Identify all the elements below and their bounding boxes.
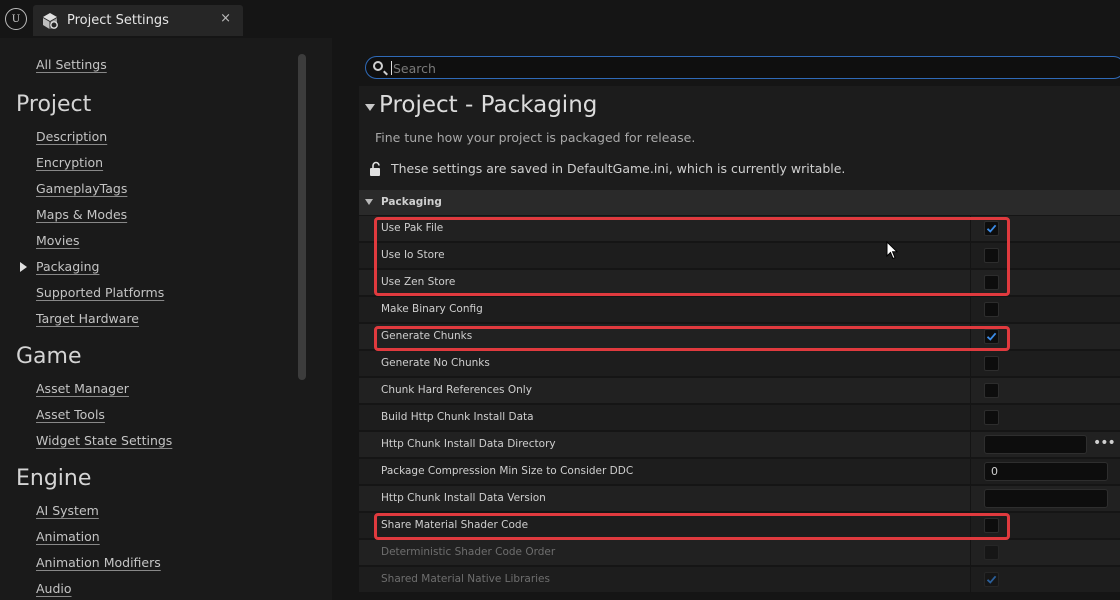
collapse-arrow-icon[interactable] (365, 104, 375, 111)
share-material-shader-code-checkbox[interactable] (984, 518, 999, 533)
property-row-share-material-shader-code: Share Material Shader Code (359, 513, 1120, 539)
checkmark-icon (986, 224, 997, 233)
selected-arrow-icon (20, 262, 27, 272)
browse-ellipsis-icon[interactable]: ••• (1093, 435, 1116, 451)
section-title-engine: Engine (16, 466, 92, 491)
property-label: Generate Chunks (381, 330, 473, 342)
property-row-http-chunk-install-data-directory: Http Chunk Install Data Directory ••• (359, 432, 1120, 458)
property-row-generate-no-chunks: Generate No Chunks (359, 351, 1120, 377)
property-row-http-chunk-install-data-version: Http Chunk Install Data Version (359, 486, 1120, 512)
deterministic-shader-code-order-checkbox (984, 545, 999, 560)
sidebar-item-maps-modes[interactable]: Maps & Modes (36, 207, 127, 222)
property-label: Deterministic Shader Code Order (381, 546, 556, 558)
property-label: Http Chunk Install Data Directory (381, 438, 556, 450)
search-input[interactable] (391, 58, 1115, 79)
generate-no-chunks-checkbox[interactable] (984, 356, 999, 371)
property-row-use-io-store: Use Io Store (359, 243, 1120, 269)
sidebar-item-audio[interactable]: Audio (36, 581, 72, 596)
all-settings-link[interactable]: All Settings (36, 57, 107, 72)
property-label: Build Http Chunk Install Data (381, 411, 534, 423)
property-label: Share Material Shader Code (381, 519, 529, 531)
property-row-chunk-hard-references-only: Chunk Hard References Only (359, 378, 1120, 404)
sidebar-item-description[interactable]: Description (36, 129, 107, 144)
make-binary-config-checkbox[interactable] (984, 302, 999, 317)
sidebar-item-animation-modifiers[interactable]: Animation Modifiers (36, 555, 161, 570)
sidebar-item-encryption[interactable]: Encryption (36, 155, 103, 170)
sidebar-item-movies[interactable]: Movies (36, 233, 80, 248)
property-label: Use Zen Store (381, 276, 456, 288)
property-label: Chunk Hard References Only (381, 384, 532, 396)
sidebar-item-packaging[interactable]: Packaging (36, 259, 99, 274)
search-icon (373, 61, 383, 71)
property-label: Http Chunk Install Data Version (381, 492, 546, 504)
title-bar: U Project Settings × (0, 0, 1120, 38)
section-title-project: Project (16, 92, 92, 117)
property-label: Use Io Store (381, 249, 445, 261)
use-zen-store-checkbox[interactable] (984, 275, 999, 290)
category-collapse-icon[interactable] (365, 199, 373, 205)
sidebar-item-ai-system[interactable]: AI System (36, 503, 99, 518)
build-http-chunk-install-data-checkbox[interactable] (984, 410, 999, 425)
property-row-package-compression-min-size: Package Compression Min Size to Consider… (359, 459, 1120, 485)
http-chunk-install-directory-field[interactable] (984, 435, 1087, 454)
property-row-shared-material-native-libraries: Shared Material Native Libraries (359, 567, 1120, 593)
sidebar-item-asset-manager[interactable]: Asset Manager (36, 381, 129, 396)
property-row-deterministic-shader-code-order: Deterministic Shader Code Order (359, 540, 1120, 566)
property-label: Make Binary Config (381, 303, 483, 315)
property-label: Generate No Chunks (381, 357, 490, 369)
tab-project-settings[interactable]: Project Settings × (33, 5, 243, 36)
property-label: Use Pak File (381, 222, 444, 234)
config-writable-note: These settings are saved in DefaultGame.… (391, 161, 846, 176)
mouse-cursor-icon (886, 241, 898, 260)
category-label: Packaging (381, 196, 442, 208)
close-icon[interactable]: × (220, 11, 231, 26)
chunk-hard-references-only-checkbox[interactable] (984, 383, 999, 398)
compression-min-size-field[interactable]: 0 (984, 462, 1108, 481)
checkmark-icon (986, 575, 997, 584)
sidebar-item-target-hardware[interactable]: Target Hardware (36, 311, 139, 326)
settings-cube-icon (43, 12, 58, 29)
sidebar-item-gameplaytags[interactable]: GameplayTags (36, 181, 127, 196)
property-row-make-binary-config: Make Binary Config (359, 297, 1120, 323)
property-row-build-http-chunk-install-data: Build Http Chunk Install Data (359, 405, 1120, 431)
page-description: Fine tune how your project is packaged f… (375, 130, 696, 145)
property-row-generate-chunks: Generate Chunks (359, 324, 1120, 350)
search-box[interactable] (365, 56, 1120, 79)
sidebar-item-animation[interactable]: Animation (36, 529, 100, 544)
sidebar-scrollbar-thumb[interactable] (298, 54, 306, 380)
sidebar-scrollbar[interactable] (298, 54, 306, 380)
use-io-store-checkbox[interactable] (984, 248, 999, 263)
generate-chunks-checkbox[interactable] (984, 329, 999, 344)
use-pak-file-checkbox[interactable] (984, 221, 999, 236)
unreal-logo-icon[interactable]: U (5, 8, 27, 30)
sidebar-item-widget-state-settings[interactable]: Widget State Settings (36, 433, 172, 448)
tab-title: Project Settings (67, 13, 169, 28)
page-title: Project - Packaging (379, 92, 598, 118)
category-header-packaging[interactable] (359, 190, 1120, 215)
property-row-use-pak-file: Use Pak File (359, 216, 1120, 242)
unlock-icon (370, 161, 380, 176)
property-label: Package Compression Min Size to Consider… (381, 465, 634, 477)
shared-material-native-libraries-checkbox (984, 572, 999, 587)
property-row-use-zen-store: Use Zen Store (359, 270, 1120, 296)
http-chunk-install-version-field[interactable] (984, 489, 1108, 508)
checkmark-icon (986, 332, 997, 341)
section-title-game: Game (16, 344, 82, 369)
sidebar-item-supported-platforms[interactable]: Supported Platforms (36, 285, 164, 300)
property-label: Shared Material Native Libraries (381, 573, 550, 585)
sidebar-item-asset-tools[interactable]: Asset Tools (36, 407, 105, 422)
